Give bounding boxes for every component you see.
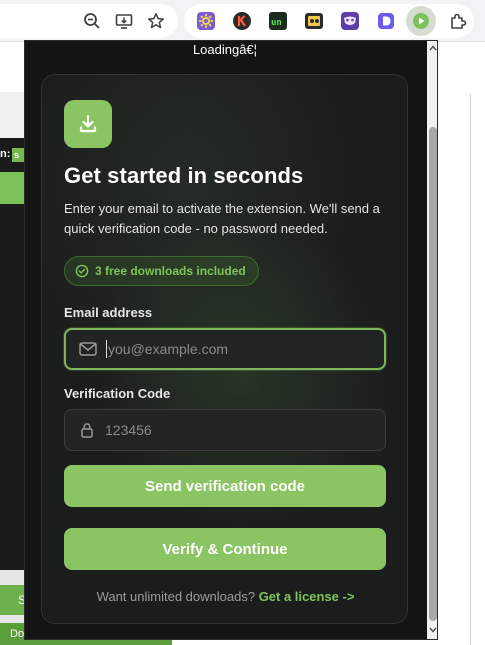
zoom-out-icon[interactable]	[80, 9, 104, 33]
extension-popup: Loadingâ€¦ Get started in seconds Enter …	[24, 40, 438, 640]
mail-icon	[66, 330, 106, 368]
mask-extension-icon[interactable]	[338, 9, 362, 33]
browser-toolbar: un	[0, 0, 485, 42]
get-license-link[interactable]: Get a license ->	[259, 589, 355, 604]
email-label: Email address	[64, 305, 153, 320]
footer-text: Want unlimited downloads?	[96, 589, 256, 604]
install-app-icon[interactable]	[112, 9, 136, 33]
svg-text:un: un	[271, 18, 282, 28]
active-download-extension-icon[interactable]	[406, 6, 436, 36]
card-description: Enter your email to activate the extensi…	[64, 201, 380, 236]
card-heading: Get started in seconds	[64, 163, 304, 188]
download-icon	[64, 100, 112, 148]
scroll-up-arrow-icon[interactable]	[427, 41, 437, 55]
extensions-strip: un	[184, 4, 474, 38]
code-label: Verification Code	[64, 386, 171, 401]
puzzle-extensions-icon[interactable]	[446, 9, 470, 33]
d-extension-icon[interactable]	[374, 9, 398, 33]
popup-scrollbar[interactable]	[427, 41, 437, 639]
verify-continue-button[interactable]: Verify & Continue	[64, 528, 386, 570]
card-footer: Want unlimited downloads? Get a license …	[42, 589, 409, 604]
send-code-button[interactable]: Send verification code	[64, 465, 386, 507]
free-downloads-text: 3 free downloads included	[95, 264, 246, 278]
bookmark-star-icon[interactable]	[144, 9, 168, 33]
text-cursor	[106, 340, 107, 358]
terminal-extension-icon[interactable]: un	[266, 9, 290, 33]
k-extension-icon[interactable]	[230, 9, 254, 33]
background-button[interactable]: S	[0, 585, 26, 615]
code-input[interactable]	[105, 410, 385, 450]
background-label: n:	[0, 148, 11, 160]
check-circle-icon	[75, 264, 89, 278]
loading-text: Loadingâ€¦	[192, 42, 258, 57]
free-downloads-badge: 3 free downloads included	[64, 256, 259, 286]
lock-icon	[65, 410, 105, 450]
signup-card: Get started in seconds Enter your email …	[41, 74, 408, 624]
scrollbar-thumb[interactable]	[429, 127, 437, 621]
scroll-down-arrow-icon[interactable]	[427, 623, 437, 637]
email-input[interactable]	[108, 330, 384, 368]
code-field[interactable]	[64, 409, 386, 451]
tickets-extension-icon[interactable]	[302, 9, 326, 33]
background-green-bar	[0, 172, 24, 204]
background-divider	[470, 94, 471, 645]
email-field[interactable]	[64, 328, 386, 370]
gear-extension-icon[interactable]	[194, 9, 218, 33]
